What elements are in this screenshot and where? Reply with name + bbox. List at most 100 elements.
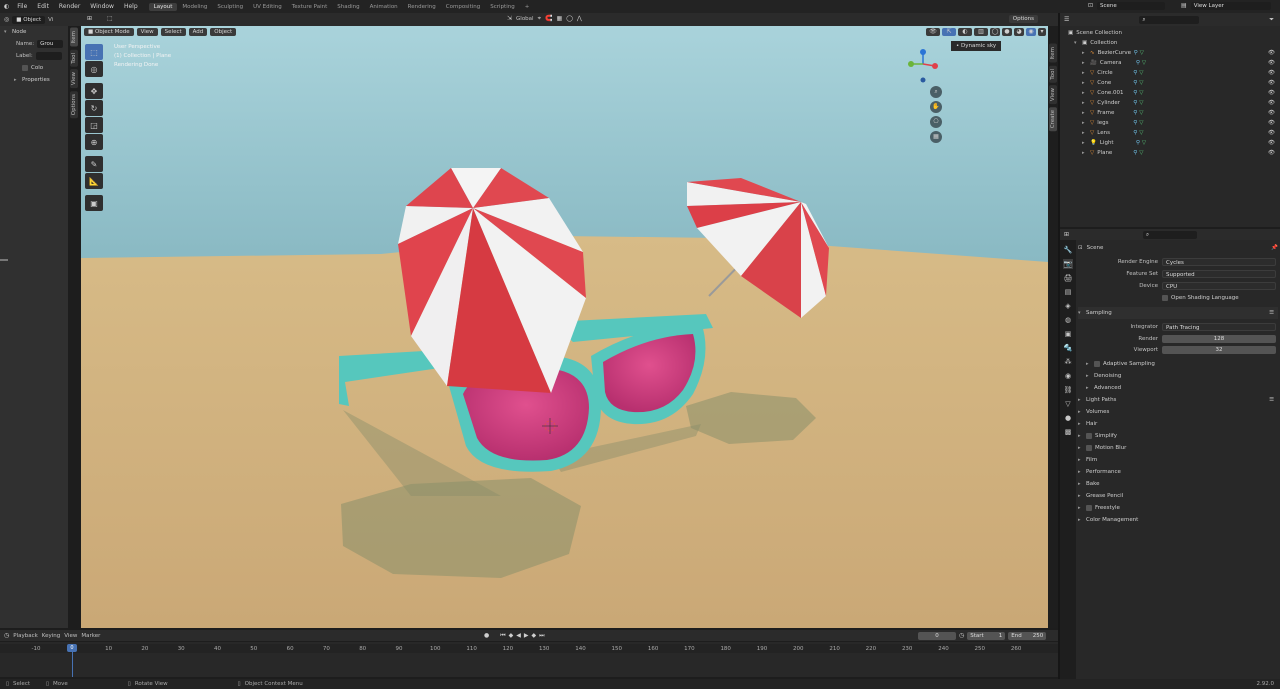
tab-layout[interactable]: Layout (148, 2, 178, 11)
menu-window[interactable]: Window (85, 3, 119, 10)
n-tab-tool[interactable]: Tool (1049, 65, 1057, 83)
add-workspace-button[interactable]: + (520, 3, 535, 11)
expand-arrow-icon[interactable]: ▸ (1082, 50, 1090, 56)
pan-hand-icon[interactable]: ✋ (930, 101, 942, 113)
scene-field[interactable]: Scene (1097, 2, 1166, 10)
viewport-3d[interactable]: ■ Object Mode View Select Add Object Use… (81, 26, 1048, 628)
render-samples-field[interactable]: 128 (1162, 334, 1276, 343)
tab-item[interactable]: Item (70, 28, 78, 47)
navigation-gizmo[interactable] (905, 48, 941, 84)
outliner-item-cone-001[interactable]: ▸ ▽ Cone.001 ⚲ ▽ 👁 (1082, 88, 1280, 98)
expand-arrow-icon[interactable]: ▸ (1082, 60, 1090, 66)
panel-motion-blur[interactable]: ▸ Motion Blur (1078, 442, 1278, 454)
visibility-icon[interactable]: 👁 (926, 28, 940, 36)
playback-menu[interactable]: Playback (13, 633, 38, 639)
render-engine-dropdown[interactable]: Cycles (1162, 258, 1276, 266)
preview-range-icon[interactable]: ◷ (959, 632, 964, 640)
overlay-toggle-icon[interactable]: ◐ (958, 28, 972, 36)
blender-logo-icon[interactable]: ◐ (0, 3, 12, 10)
outliner-item-beziercurve[interactable]: ▸ ∿ BezierCurve ⚲ ▽ 👁 (1082, 48, 1280, 58)
visibility-eye-icon[interactable]: 👁 (1268, 60, 1275, 66)
transform-orientation-dropdown[interactable]: Global (516, 16, 534, 22)
rendered-shading-icon[interactable]: ◉ (1026, 28, 1036, 36)
panel-light-paths[interactable]: ▸ Light Paths ☰ (1078, 394, 1278, 406)
sampling-panel-header[interactable]: ▾ Sampling ☰ (1078, 307, 1278, 319)
wireframe-shading-icon[interactable]: ◯ (990, 28, 1000, 36)
menu-render[interactable]: Render (54, 3, 85, 10)
timeline-editor-icon[interactable]: ◷ (4, 632, 9, 640)
outliner-item-light[interactable]: ▸ 💡 Light ⚲ ▽ 👁 (1082, 138, 1280, 148)
visibility-eye-icon[interactable]: 👁 (1268, 50, 1275, 56)
tab-view[interactable]: View (70, 69, 78, 89)
move-tool-icon[interactable]: ✥ (85, 83, 103, 99)
visibility-eye-icon[interactable]: 👁 (1268, 90, 1275, 96)
menu-view[interactable]: View (136, 28, 158, 36)
osl-row[interactable]: Open Shading Language (1078, 292, 1278, 304)
start-frame-field[interactable]: Start 1 (967, 631, 1006, 640)
pivot-icon[interactable]: ⌖ (538, 15, 541, 23)
solid-shading-icon[interactable]: ● (1002, 28, 1012, 36)
properties-search[interactable]: ⌕ (1143, 230, 1198, 239)
panel-checkbox[interactable] (1086, 433, 1092, 439)
view-layer-icon[interactable]: ▤ (1181, 2, 1187, 10)
expand-arrow-icon[interactable]: ▸ (1082, 90, 1090, 96)
measure-tool-icon[interactable]: 📐 (85, 173, 103, 189)
menu-file[interactable]: File (12, 3, 32, 10)
visibility-eye-icon[interactable]: 👁 (1268, 100, 1275, 106)
timeline-view-menu[interactable]: View (64, 633, 77, 639)
end-frame-field[interactable]: End 250 (1008, 631, 1047, 640)
visibility-eye-icon[interactable]: 👁 (1268, 80, 1275, 86)
expand-arrow-icon[interactable]: ▸ (1082, 100, 1090, 106)
gizmo-toggle-icon[interactable]: ⇱ (942, 28, 956, 36)
tool-tab-icon[interactable]: 🔧 (1063, 245, 1073, 255)
visibility-eye-icon[interactable]: 👁 (1268, 120, 1275, 126)
material-tab-icon[interactable]: ● (1063, 413, 1073, 423)
label-field[interactable] (35, 52, 62, 60)
shading-dropdown-icon[interactable]: ▾ (1038, 28, 1046, 36)
tab-options[interactable]: Options (70, 91, 78, 119)
expand-arrow-icon[interactable]: ▸ (1082, 70, 1090, 76)
menu-help[interactable]: Help (119, 3, 143, 10)
panel-bake[interactable]: ▸ Bake (1078, 478, 1278, 490)
light-paths-presets-icon[interactable]: ☰ (1269, 397, 1274, 403)
tab-animation[interactable]: Animation (365, 3, 403, 11)
area-split-handle[interactable] (0, 259, 8, 261)
playhead-label[interactable]: 0 (67, 644, 77, 652)
proportional-edit-icon[interactable]: ◯ (566, 15, 573, 23)
advanced-panel[interactable]: ▸ Advanced (1078, 382, 1278, 394)
physics-tab-icon[interactable]: ◉ (1063, 371, 1073, 381)
expand-arrow-icon[interactable]: ▸ (1082, 130, 1090, 136)
outliner-item-circle[interactable]: ▸ ▽ Circle ⚲ ▽ 👁 (1082, 68, 1280, 78)
n-tab-view[interactable]: View (1049, 85, 1057, 105)
zoom-icon[interactable]: ⌕ (930, 86, 942, 98)
rotate-tool-icon[interactable]: ↻ (85, 100, 103, 116)
marker-menu[interactable]: Marker (81, 633, 100, 639)
sampling-presets-icon[interactable]: ☰ (1269, 310, 1274, 316)
tab-rendering[interactable]: Rendering (403, 3, 441, 11)
texture-tab-icon[interactable]: ▩ (1063, 427, 1073, 437)
outliner-item-camera[interactable]: ▸ 🎥 Camera ⚲ ▽ 👁 (1082, 58, 1280, 68)
tab-sculpting[interactable]: Sculpting (212, 3, 248, 11)
ortho-grid-icon[interactable]: ▦ (930, 131, 942, 143)
menu-add[interactable]: Add (188, 28, 208, 36)
panel-hair[interactable]: ▸ Hair (1078, 418, 1278, 430)
n-tab-item[interactable]: Item (1049, 44, 1057, 63)
editor-type-icon[interactable]: ◎ (4, 16, 9, 24)
area-divider[interactable] (1058, 13, 1060, 679)
view-layer-tab-icon[interactable]: ▤ (1063, 287, 1073, 297)
cursor-tool-icon[interactable]: ◎ (85, 61, 103, 77)
panel-volumes[interactable]: ▸ Volumes (1078, 406, 1278, 418)
outliner-item-cylinder[interactable]: ▸ ▽ Cylinder ⚲ ▽ 👁 (1082, 98, 1280, 108)
panel-grease-pencil[interactable]: ▸ Grease Pencil (1078, 490, 1278, 502)
xray-icon[interactable]: ▥ (974, 28, 988, 36)
visibility-eye-icon[interactable]: 👁 (1268, 150, 1275, 156)
options-dropdown[interactable]: Options (1008, 15, 1038, 23)
n-tab-create[interactable]: Create (1049, 107, 1057, 132)
expand-arrow-icon[interactable]: ▸ (1082, 80, 1090, 86)
panel-performance[interactable]: ▸ Performance (1078, 466, 1278, 478)
menu-object[interactable]: Object (210, 28, 237, 36)
material-shading-icon[interactable]: ◕ (1014, 28, 1024, 36)
integrator-dropdown[interactable]: Path Tracing (1162, 323, 1276, 331)
object-tab-icon[interactable]: ▣ (1063, 329, 1073, 339)
tab-texture-paint[interactable]: Texture Paint (287, 3, 333, 11)
